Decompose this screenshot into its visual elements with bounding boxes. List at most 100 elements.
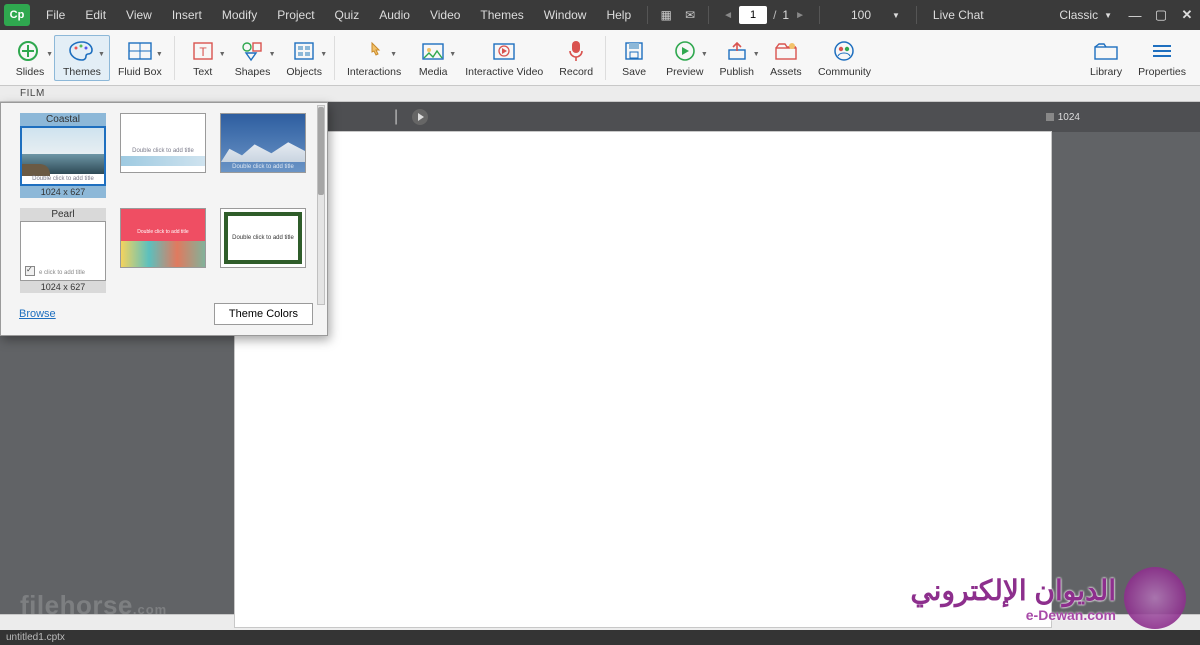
menu-insert[interactable]: Insert bbox=[162, 8, 212, 22]
play-icon[interactable] bbox=[412, 109, 428, 125]
tool-label: Assets bbox=[770, 66, 802, 78]
theme-name: Coastal bbox=[20, 113, 106, 126]
ruler-divider: | bbox=[394, 108, 398, 126]
workspace: 1 | 1024 Coastal Double click to add tit… bbox=[0, 102, 1200, 614]
ribbon-toolbar: ▼ Slides ▼ Themes ▼ Fluid Box T▼ Text ▼ … bbox=[0, 30, 1200, 86]
theme-caption: e click to add title bbox=[39, 270, 85, 276]
browse-link[interactable]: Browse bbox=[19, 308, 56, 320]
tool-publish[interactable]: ▼ Publish bbox=[711, 36, 761, 80]
mail-icon[interactable]: ✉ bbox=[678, 8, 702, 22]
menu-window[interactable]: Window bbox=[534, 8, 597, 22]
menu-themes[interactable]: Themes bbox=[470, 8, 533, 22]
menu-project[interactable]: Project bbox=[267, 8, 324, 22]
tool-label: Save bbox=[622, 66, 646, 78]
theme-item[interactable]: Double click to add title bbox=[119, 208, 207, 293]
tool-media[interactable]: ▼ Media bbox=[409, 36, 457, 80]
theme-item[interactable]: Double click to add title bbox=[219, 113, 307, 198]
theme-caption: Double click to add title bbox=[25, 176, 101, 182]
svg-text:T: T bbox=[199, 45, 207, 59]
tool-label: Properties bbox=[1138, 66, 1186, 78]
menu-edit[interactable]: Edit bbox=[75, 8, 116, 22]
chevron-down-icon[interactable]: ▼ bbox=[892, 11, 900, 20]
tool-label: Objects bbox=[286, 66, 322, 78]
zoom-control[interactable]: 100 ▼ bbox=[836, 8, 900, 22]
stage-size-indicator: 1024 bbox=[1046, 112, 1080, 123]
tool-fluidbox[interactable]: ▼ Fluid Box bbox=[110, 36, 170, 80]
theme-item-coastal[interactable]: Coastal Double click to add title 1024 x… bbox=[19, 113, 107, 198]
filmstrip-header: FILM bbox=[0, 86, 1200, 102]
page-next-icon[interactable]: ► bbox=[795, 10, 805, 21]
minimize-button[interactable]: — bbox=[1122, 8, 1148, 23]
menu-quiz[interactable]: Quiz bbox=[325, 8, 370, 22]
menu-audio[interactable]: Audio bbox=[369, 8, 420, 22]
tool-label: Slides bbox=[16, 66, 45, 78]
menu-bar: Cp File Edit View Insert Modify Project … bbox=[0, 0, 1200, 30]
tool-label: Themes bbox=[63, 66, 101, 78]
theme-item[interactable]: Double click to add title bbox=[119, 113, 207, 198]
menu-file[interactable]: File bbox=[36, 8, 75, 22]
tool-label: Community bbox=[818, 66, 871, 78]
theme-dimensions: 1024 x 627 bbox=[20, 281, 106, 293]
tool-themes[interactable]: ▼ Themes bbox=[54, 35, 110, 81]
tool-label: Record bbox=[559, 66, 593, 78]
slide-canvas[interactable] bbox=[235, 132, 1051, 627]
menu-help[interactable]: Help bbox=[596, 8, 641, 22]
group-separator bbox=[174, 36, 175, 80]
tool-interactions[interactable]: ▼ Interactions bbox=[339, 36, 409, 80]
menu-view[interactable]: View bbox=[116, 8, 162, 22]
filmstrip-title: FILM bbox=[20, 88, 45, 99]
tool-label: Interactions bbox=[347, 66, 401, 78]
tool-label: Media bbox=[419, 66, 448, 78]
chevron-down-icon: ▼ bbox=[1104, 11, 1112, 20]
menu-separator bbox=[708, 6, 709, 24]
tool-label: Fluid Box bbox=[118, 66, 162, 78]
tool-community[interactable]: Community bbox=[810, 36, 879, 80]
tool-text[interactable]: T▼ Text bbox=[179, 36, 227, 80]
live-chat-button[interactable]: Live Chat bbox=[923, 8, 994, 22]
tool-preview[interactable]: ▼ Preview bbox=[658, 36, 711, 80]
status-filename: untitled1.cptx bbox=[6, 632, 65, 643]
close-button[interactable]: ✕ bbox=[1174, 7, 1200, 23]
tool-label: Library bbox=[1090, 66, 1122, 78]
layout-icon[interactable]: ▦ bbox=[654, 8, 678, 22]
tool-properties[interactable]: Properties bbox=[1130, 36, 1194, 80]
tool-label: Preview bbox=[666, 66, 703, 78]
theme-item[interactable]: Double click to add title bbox=[219, 208, 307, 293]
menu-separator bbox=[819, 6, 820, 24]
page-current[interactable]: 1 bbox=[739, 6, 767, 24]
tool-record[interactable]: Record bbox=[551, 36, 601, 80]
menu-video[interactable]: Video bbox=[420, 8, 470, 22]
tool-interactive-video[interactable]: Interactive Video bbox=[457, 36, 551, 80]
zoom-value[interactable]: 100 bbox=[836, 8, 886, 22]
theme-name: Pearl bbox=[20, 208, 106, 221]
stage-width-label: 1024 bbox=[1058, 112, 1080, 123]
tool-library[interactable]: Library bbox=[1082, 36, 1130, 80]
app-badge: Cp bbox=[4, 4, 30, 26]
theme-colors-button[interactable]: Theme Colors bbox=[214, 303, 313, 325]
theme-caption: Double click to add title bbox=[232, 235, 294, 241]
scrollbar-thumb[interactable] bbox=[318, 107, 324, 195]
maximize-button[interactable]: ▢ bbox=[1148, 7, 1174, 23]
menu-separator bbox=[916, 6, 917, 24]
workspace-mode-label: Classic bbox=[1059, 8, 1098, 22]
page-prev-icon[interactable]: ◄ bbox=[723, 10, 733, 21]
menu-separator bbox=[647, 6, 648, 24]
tool-slides[interactable]: ▼ Slides bbox=[6, 36, 54, 80]
tool-shapes[interactable]: ▼ Shapes bbox=[227, 36, 279, 80]
theme-dimensions: 1024 x 627 bbox=[20, 186, 106, 198]
tool-objects[interactable]: ▼ Objects bbox=[278, 36, 330, 80]
page-nav: ◄ 1 / 1 ► bbox=[723, 6, 805, 24]
tool-label: Publish bbox=[719, 66, 753, 78]
menu-modify[interactable]: Modify bbox=[212, 8, 267, 22]
group-separator bbox=[334, 36, 335, 80]
tool-save[interactable]: Save bbox=[610, 36, 658, 80]
workspace-switcher[interactable]: Classic ▼ bbox=[1049, 8, 1122, 22]
theme-caption: Double click to add title bbox=[124, 148, 202, 154]
tool-assets[interactable]: Assets bbox=[762, 36, 810, 80]
tool-label: Text bbox=[193, 66, 212, 78]
theme-item-pearl[interactable]: Pearl e click to add title 1024 x 627 bbox=[19, 208, 107, 293]
theme-caption: Double click to add title bbox=[224, 164, 302, 170]
page-total: 1 bbox=[782, 8, 789, 22]
popup-scrollbar[interactable] bbox=[317, 105, 325, 305]
group-separator bbox=[605, 36, 606, 80]
